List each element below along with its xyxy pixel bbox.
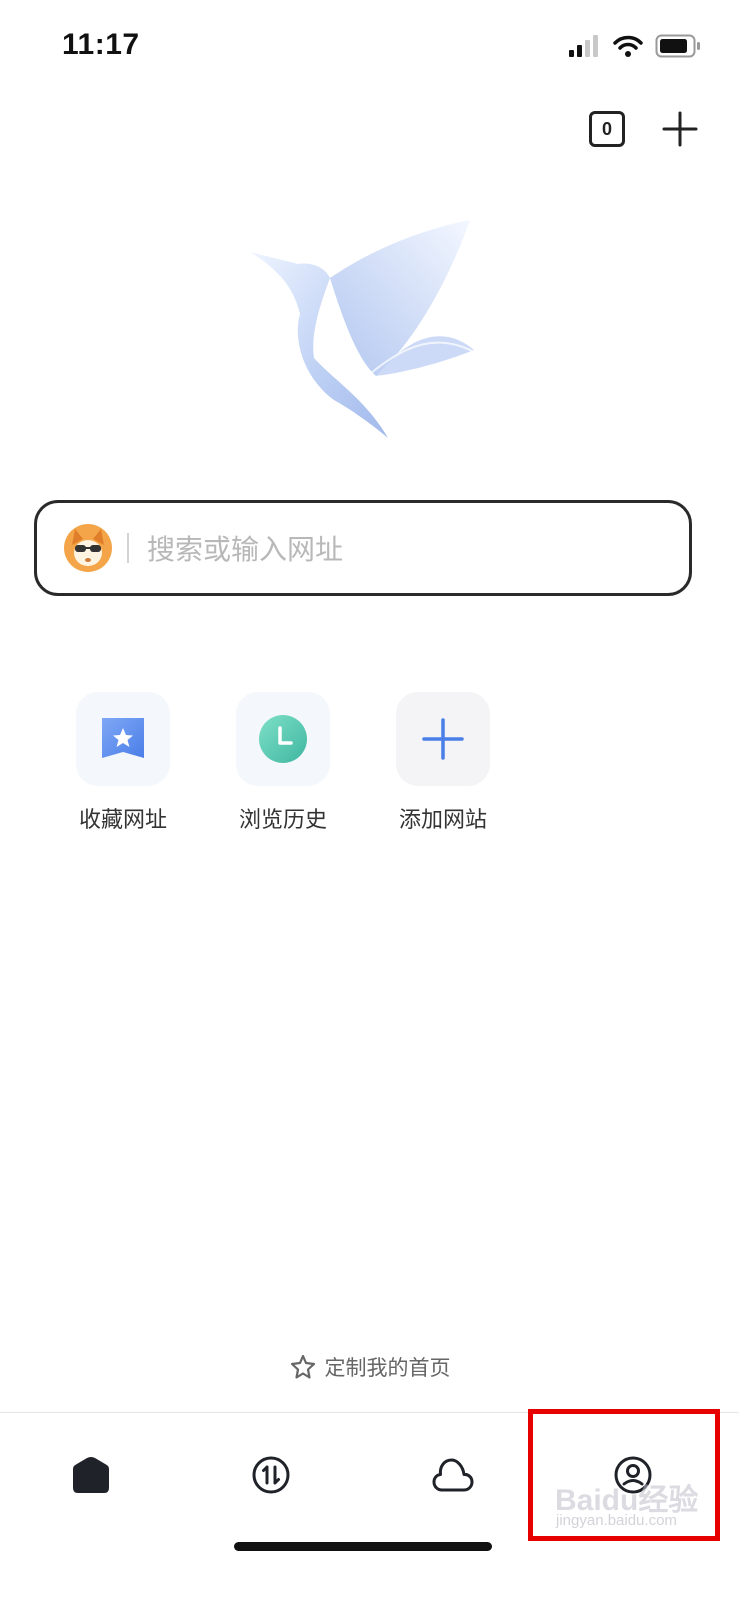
customize-label: 定制我的首页	[324, 1356, 451, 1380]
cloud-icon	[432, 1458, 474, 1492]
search-engine-avatar-icon[interactable]	[63, 523, 113, 573]
shortcut-bookmarks[interactable]: 收藏网址	[76, 692, 170, 834]
battery-icon	[655, 34, 700, 58]
plus-icon	[422, 718, 464, 760]
search-placeholder[interactable]: 搜索或输入网址	[147, 528, 343, 568]
plus-icon	[662, 111, 698, 147]
customize-star-icon	[290, 1354, 315, 1379]
tab-cloud[interactable]	[405, 1441, 501, 1509]
home-icon	[73, 1457, 109, 1493]
status-icons	[569, 32, 701, 60]
clock-icon	[259, 715, 307, 763]
home-indicator[interactable]	[234, 1542, 492, 1551]
watermark-url: jingyan.baidu.com	[556, 1512, 677, 1529]
transfer-icon	[252, 1456, 290, 1494]
cellular-signal-icon	[569, 35, 598, 57]
hummingbird-logo	[250, 220, 475, 438]
shortcut-tile[interactable]	[236, 692, 330, 786]
new-tab-button[interactable]	[661, 110, 699, 148]
status-bar: 11:17	[0, 0, 739, 95]
search-bar[interactable]: 搜索或输入网址	[34, 500, 692, 596]
status-time: 11:17	[62, 28, 140, 61]
tab-transfer[interactable]	[223, 1441, 319, 1509]
shortcut-tile[interactable]	[76, 692, 170, 786]
shortcut-history[interactable]: 浏览历史	[236, 692, 330, 834]
tab-count-button[interactable]: 0	[589, 111, 625, 147]
tab-home[interactable]	[43, 1441, 139, 1509]
search-separator	[127, 533, 129, 563]
shortcut-grid: 收藏网址 浏览历史 添加网站	[76, 692, 490, 834]
top-actions: 0	[589, 110, 699, 148]
customize-homepage-button[interactable]: 定制我的首页	[0, 1352, 739, 1382]
shortcut-add-site[interactable]: 添加网站	[396, 692, 490, 834]
shortcut-tile[interactable]	[396, 692, 490, 786]
wifi-icon	[613, 35, 643, 57]
bookmark-star-icon	[102, 718, 144, 758]
shortcut-label: 浏览历史	[238, 808, 327, 833]
shortcut-label: 收藏网址	[78, 808, 167, 833]
shortcut-label: 添加网站	[398, 808, 487, 833]
